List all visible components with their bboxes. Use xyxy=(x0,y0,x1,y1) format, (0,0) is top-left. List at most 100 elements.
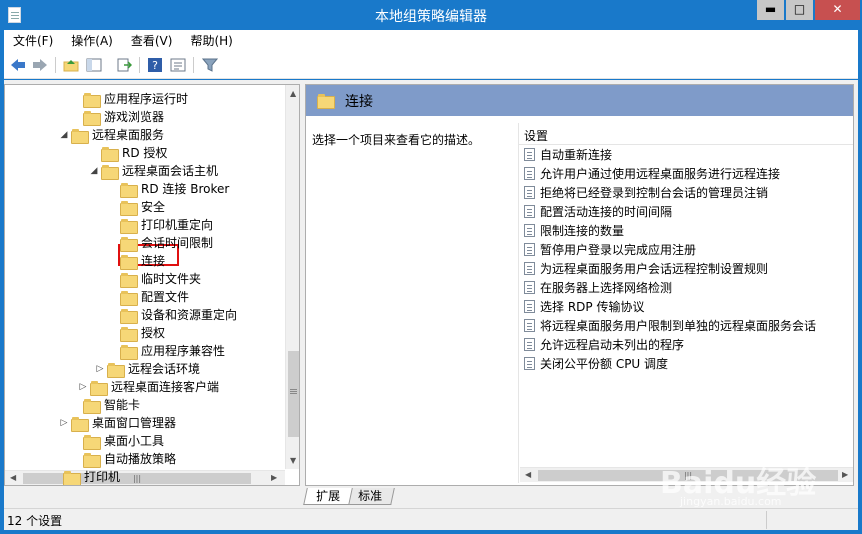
menu-view[interactable]: 查看(V) xyxy=(122,31,182,51)
policy-setting-icon xyxy=(524,281,535,294)
expand-arrow-icon[interactable]: ◢ xyxy=(57,130,71,140)
setting-row[interactable]: 允许用户通过使用远程桌面服务进行远程连接 xyxy=(524,164,780,183)
menu-action[interactable]: 操作(A) xyxy=(62,31,122,51)
show-hide-tree-icon[interactable] xyxy=(84,56,104,74)
setting-row[interactable]: 选择 RDP 传输协议 xyxy=(524,297,644,316)
tree-item[interactable]: RD 连接 Broker xyxy=(106,180,229,198)
tree-item[interactable]: RD 授权 xyxy=(87,144,167,162)
tree-item[interactable]: 会话时间限制 xyxy=(106,234,213,252)
tree-item-label: 连接 xyxy=(141,254,166,268)
tree-item-label: 应用程序运行时 xyxy=(104,92,189,106)
properties-icon[interactable] xyxy=(168,56,188,74)
expand-arrow-icon[interactable]: ▷ xyxy=(57,418,71,428)
tree-item[interactable]: 设备和资源重定向 xyxy=(106,306,237,324)
policy-setting-icon xyxy=(524,357,535,370)
export-list-icon[interactable] xyxy=(114,56,134,74)
tree-item-label: 会话时间限制 xyxy=(141,236,214,250)
folder-icon xyxy=(71,416,89,432)
tree-vertical-scrollbar[interactable]: ▲ ▼ xyxy=(285,85,299,469)
scroll-up-icon[interactable]: ▲ xyxy=(290,89,296,98)
tree-item[interactable]: 打印机 xyxy=(49,468,121,485)
description-text: 选择一个项目来查看它的描述。 xyxy=(312,133,481,147)
tree-item[interactable]: 临时文件夹 xyxy=(106,270,201,288)
folder-icon xyxy=(101,146,119,162)
tree-item-label: RD 连接 Broker xyxy=(141,182,230,196)
folder-icon xyxy=(120,326,138,342)
tree-item[interactable]: 配置文件 xyxy=(106,288,189,306)
toolbar: ? xyxy=(4,52,858,79)
policy-setting-icon xyxy=(524,319,535,332)
column-label: 设置 xyxy=(524,129,549,143)
maximize-button[interactable]: □ xyxy=(786,0,813,20)
tree-item[interactable]: 桌面小工具 xyxy=(69,432,164,450)
setting-row[interactable]: 允许远程启动未列出的程序 xyxy=(524,335,684,354)
setting-row[interactable]: 限制连接的数量 xyxy=(524,221,624,240)
up-folder-icon[interactable] xyxy=(61,56,81,74)
setting-row[interactable]: 拒绝将已经登录到控制台会话的管理员注销 xyxy=(524,183,768,202)
scroll-thumb[interactable] xyxy=(288,351,299,437)
setting-row[interactable]: 配置活动连接的时间间隔 xyxy=(524,202,672,221)
menu-file[interactable]: 文件(F) xyxy=(4,31,62,51)
scroll-down-icon[interactable]: ▼ xyxy=(290,456,296,465)
tree-item[interactable]: 连接 xyxy=(106,252,165,270)
tree-item[interactable]: ▷ 桌面窗口管理器 xyxy=(57,414,176,432)
policy-setting-icon xyxy=(524,167,535,180)
close-button[interactable]: ✕ xyxy=(815,0,860,20)
tree-item-label: 打印机 xyxy=(84,470,121,484)
minimize-button[interactable]: ▬ xyxy=(757,0,784,20)
pane-divider xyxy=(518,123,519,483)
policy-setting-icon xyxy=(524,224,535,237)
setting-column-header[interactable]: 设置 xyxy=(518,123,853,145)
help-icon[interactable]: ? xyxy=(145,56,165,74)
status-text: 12 个设置 xyxy=(7,514,63,528)
tree-item[interactable]: 应用程序运行时 xyxy=(69,90,188,108)
folder-icon xyxy=(83,110,101,126)
folder-icon xyxy=(101,164,119,180)
tree-item-label: 配置文件 xyxy=(141,290,190,304)
setting-row[interactable]: 将远程桌面服务用户限制到单独的远程桌面服务会话 xyxy=(524,316,816,335)
policy-setting-icon xyxy=(524,148,535,161)
scroll-left-icon[interactable]: ◀ xyxy=(525,470,531,479)
setting-row[interactable]: 自动重新连接 xyxy=(524,145,612,164)
tree-item-label: 远程桌面服务 xyxy=(92,128,165,142)
tree-item[interactable]: 安全 xyxy=(106,198,165,216)
policy-setting-icon xyxy=(524,205,535,218)
setting-label: 关闭公平份额 CPU 调度 xyxy=(540,357,669,371)
tree-item[interactable]: 智能卡 xyxy=(69,396,140,414)
tree-pane: ▲ ▼ ◀ ||| ▶ 应用程序运行时 游戏浏览器 ◢ 远程桌面服务 RD 授权 ◢ 远程桌… xyxy=(4,84,300,486)
tree-item[interactable]: ◢ 远程桌面会话主机 xyxy=(87,162,218,180)
setting-row[interactable]: 为远程桌面服务用户会话远程控制设置规则 xyxy=(524,259,768,278)
policy-setting-icon xyxy=(524,300,535,313)
watermark-url: jingyan.baidu.com xyxy=(680,495,782,508)
scroll-left-icon[interactable]: ◀ xyxy=(10,473,16,482)
setting-row[interactable]: 在服务器上选择网络检测 xyxy=(524,278,672,297)
tree-horizontal-scrollbar[interactable]: ◀ ||| ▶ xyxy=(5,470,285,485)
expand-arrow-icon[interactable]: ▷ xyxy=(93,364,107,374)
tree-item[interactable]: ▷ 远程会话环境 xyxy=(93,360,200,378)
scroll-right-icon[interactable]: ▶ xyxy=(271,473,277,482)
folder-icon xyxy=(120,200,138,216)
expand-arrow-icon[interactable]: ◢ xyxy=(87,166,101,176)
back-icon[interactable] xyxy=(8,56,28,74)
tree-item-label: 自动播放策略 xyxy=(104,452,177,466)
tree-item[interactable]: ▷ 远程桌面连接客户端 xyxy=(76,378,219,396)
policy-setting-icon xyxy=(524,243,535,256)
tree-item[interactable]: 打印机重定向 xyxy=(106,216,213,234)
setting-row[interactable]: 关闭公平份额 CPU 调度 xyxy=(524,354,668,373)
filter-icon[interactable] xyxy=(200,56,220,74)
folder-icon xyxy=(83,398,101,414)
expand-arrow-icon[interactable]: ▷ xyxy=(76,382,90,392)
forward-icon[interactable] xyxy=(30,56,50,74)
scroll-right-icon[interactable]: ▶ xyxy=(842,470,848,479)
folder-icon xyxy=(63,470,81,485)
tree-item[interactable]: 授权 xyxy=(106,324,165,342)
tree-item[interactable]: 游戏浏览器 xyxy=(69,108,164,126)
tree-item[interactable]: 应用程序兼容性 xyxy=(106,342,225,360)
tab-extended[interactable]: 扩展 xyxy=(303,488,353,505)
tree-item[interactable]: ◢ 远程桌面服务 xyxy=(57,126,164,144)
menu-help[interactable]: 帮助(H) xyxy=(181,31,241,51)
tab-standard[interactable]: 标准 xyxy=(345,488,395,505)
setting-label: 在服务器上选择网络检测 xyxy=(540,281,673,295)
setting-row[interactable]: 暂停用户登录以完成应用注册 xyxy=(524,240,696,259)
tree-item[interactable]: 自动播放策略 xyxy=(69,450,176,468)
